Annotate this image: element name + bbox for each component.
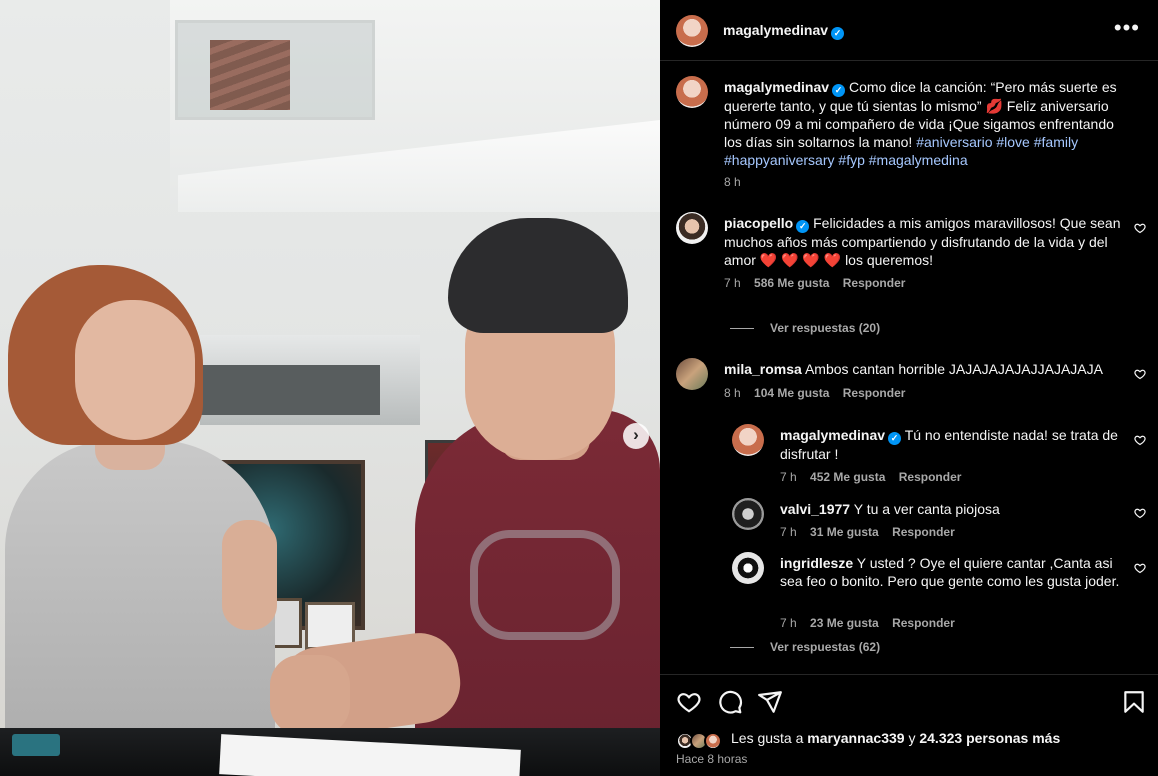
- caption-time: 8 h: [724, 175, 741, 189]
- woman-hand: [222, 520, 277, 630]
- reply-username[interactable]: magalymedinav: [780, 427, 885, 443]
- more-options-icon[interactable]: •••: [1114, 17, 1140, 39]
- reply-button[interactable]: Responder: [843, 386, 906, 400]
- verified-badge-icon: ✓: [831, 27, 845, 40]
- reply-avatar[interactable]: [732, 498, 764, 530]
- reply-time: 7 h: [780, 616, 797, 630]
- hashtag[interactable]: #family: [1034, 134, 1078, 150]
- comment: piacopello ✓ Felicidades a mis amigos mar…: [724, 214, 1124, 269]
- comment-like-heart-icon[interactable]: [1134, 222, 1146, 234]
- staircase: [210, 40, 290, 110]
- reply-likes[interactable]: 452 Me gusta: [810, 470, 885, 484]
- reply-time: 7 h: [780, 470, 797, 484]
- caption-avatar[interactable]: [676, 76, 708, 108]
- reply-meta: 7 h 23 Me gusta Responder: [780, 616, 955, 630]
- author-username[interactable]: magalymedinav: [723, 22, 828, 38]
- post-details-panel: magalymedinav ✓ ••• magalymedinav ✓ Como d…: [660, 0, 1158, 776]
- reply-meta: 7 h 31 Me gusta Responder: [780, 525, 955, 539]
- reply-meta: 7 h 452 Me gusta Responder: [780, 470, 961, 484]
- comment-bubble-icon[interactable]: [717, 689, 743, 715]
- reply-likes[interactable]: 23 Me gusta: [810, 616, 879, 630]
- comment: mila_romsa Ambos cantan horrible JAJAJAJ…: [724, 360, 1124, 378]
- reply-button[interactable]: Responder: [892, 525, 955, 539]
- reply: valvi_1977 Y tu a ver canta piojosa: [780, 500, 1120, 518]
- likes-summary: Les gusta a maryannac339 y 24.323 person…: [731, 730, 1060, 746]
- post-header: magalymedinav ✓ •••: [660, 0, 1158, 61]
- reply-button[interactable]: Responder: [892, 616, 955, 630]
- verified-badge-icon: ✓: [832, 84, 846, 97]
- comment-meta: 8 h 104 Me gusta Responder: [724, 386, 905, 400]
- phone: [12, 734, 60, 756]
- post-media-video[interactable]: ›: [0, 0, 660, 776]
- likes-prefix: Les gusta a: [731, 730, 804, 746]
- hashtag[interactable]: #happyaniversary: [724, 152, 835, 168]
- caption-username[interactable]: magalymedinav: [724, 79, 829, 95]
- reply-avatar[interactable]: [732, 552, 764, 584]
- reply-avatar[interactable]: [732, 424, 764, 456]
- likes-connector: y: [908, 730, 916, 746]
- hashtag[interactable]: #magalymedina: [869, 152, 968, 168]
- kitchen-hood: [200, 365, 380, 415]
- man-fist: [270, 655, 350, 735]
- comment-username[interactable]: piacopello: [724, 215, 793, 231]
- woman-face: [75, 300, 195, 440]
- comments-list[interactable]: magalymedinav ✓ Como dice la canción: “Pe…: [660, 62, 1158, 674]
- comment-meta: 7 h 586 Me gusta Responder: [724, 276, 905, 290]
- divider-line: [730, 647, 754, 649]
- next-media-button[interactable]: ›: [623, 423, 649, 449]
- comment-likes[interactable]: 586 Me gusta: [754, 276, 829, 290]
- comment-avatar[interactable]: [676, 358, 708, 390]
- comment-text: Ambos cantan horrible JAJAJAJAJAJJAJAJAJ…: [804, 361, 1103, 377]
- reply-button[interactable]: Responder: [899, 470, 962, 484]
- liker-username[interactable]: maryannac339: [807, 730, 904, 746]
- chevron-right-icon: ›: [633, 425, 639, 444]
- view-replies-label: Ver respuestas (20): [770, 321, 881, 335]
- reply-button[interactable]: Responder: [843, 276, 906, 290]
- reply-time: 7 h: [780, 525, 797, 539]
- view-replies-label: Ver respuestas (62): [770, 640, 881, 654]
- reply-text: Y tu a ver canta piojosa: [853, 501, 1000, 517]
- liker-avatar: [704, 732, 722, 750]
- divider-line: [730, 328, 754, 330]
- view-replies-button[interactable]: Ver respuestas (62): [730, 640, 880, 654]
- shirt-print: [470, 530, 620, 640]
- paper-plane-icon[interactable]: [757, 689, 783, 715]
- reply-username[interactable]: ingridlesze: [780, 555, 853, 571]
- hashtag[interactable]: #fyp: [838, 152, 864, 168]
- verified-badge-icon: ✓: [796, 220, 810, 233]
- comment-avatar[interactable]: [676, 212, 708, 244]
- reply-like-heart-icon[interactable]: [1134, 562, 1146, 574]
- comment-username[interactable]: mila_romsa: [724, 361, 802, 377]
- comment-like-heart-icon[interactable]: [1134, 368, 1146, 380]
- reply-username[interactable]: valvi_1977: [780, 501, 850, 517]
- author-name-row: magalymedinav ✓: [723, 22, 845, 40]
- comment-likes[interactable]: 104 Me gusta: [754, 386, 829, 400]
- heart-outline-icon[interactable]: [676, 689, 702, 715]
- comment-time: 7 h: [724, 276, 741, 290]
- verified-badge-icon: ✓: [888, 432, 902, 445]
- hashtag[interactable]: #aniversario: [916, 134, 992, 150]
- author-avatar[interactable]: [676, 15, 708, 47]
- comment-time: 8 h: [724, 386, 741, 400]
- caption: magalymedinav ✓ Como dice la canción: “Pe…: [724, 78, 1124, 169]
- reply-likes[interactable]: 31 Me gusta: [810, 525, 879, 539]
- likes-others[interactable]: 24.323 personas más: [919, 730, 1060, 746]
- reply-like-heart-icon[interactable]: [1134, 434, 1146, 446]
- man-hair: [448, 218, 628, 333]
- reply: ingridlesze Y usted ? Oye el quiere cant…: [780, 554, 1120, 590]
- posted-ago: Hace 8 horas: [676, 752, 748, 766]
- reply: magalymedinav ✓ Tú no entendiste nada! se…: [780, 426, 1120, 463]
- hashtag[interactable]: #love: [996, 134, 1029, 150]
- view-replies-button[interactable]: Ver respuestas (20): [730, 321, 880, 335]
- reply-like-heart-icon[interactable]: [1134, 507, 1146, 519]
- bookmark-icon[interactable]: [1121, 689, 1147, 715]
